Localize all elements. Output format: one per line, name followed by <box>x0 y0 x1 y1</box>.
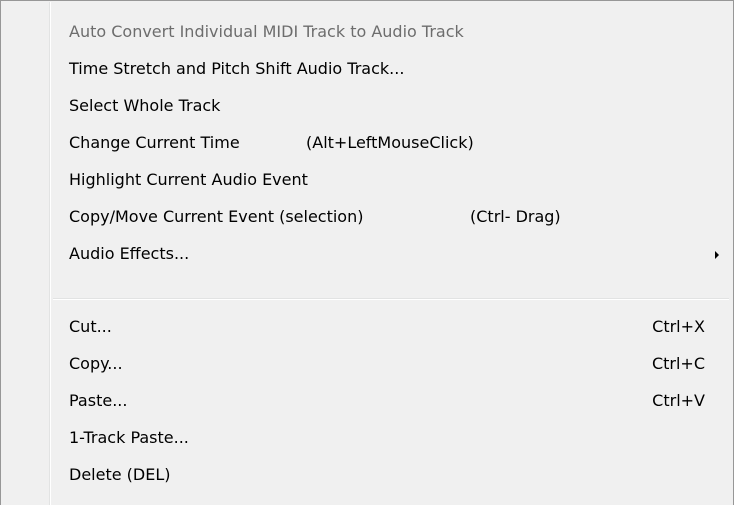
menu-item-cut[interactable]: Cut... Ctrl+X <box>53 312 727 344</box>
menu-item-hint: (Ctrl- Drag) <box>470 207 561 226</box>
menu-item-label: Highlight Current Audio Event <box>69 170 308 189</box>
menu-item-copy[interactable]: Copy... Ctrl+C <box>53 349 727 381</box>
menu-item-delete[interactable]: Delete (DEL) <box>53 460 727 492</box>
menu-item-shortcut: Ctrl+X <box>652 317 705 336</box>
menu-item-1-track-paste[interactable]: 1-Track Paste... <box>53 423 727 455</box>
menu-separator <box>53 298 729 300</box>
menu-item-paste[interactable]: Paste... Ctrl+V <box>53 386 727 418</box>
context-menu: Auto Convert Individual MIDI Track to Au… <box>0 0 734 505</box>
menu-item-time-stretch-pitch-shift[interactable]: Time Stretch and Pitch Shift Audio Track… <box>53 54 727 86</box>
menu-item-label: Change Current Time <box>69 133 240 152</box>
menu-item-audio-effects[interactable]: Audio Effects... <box>53 239 727 271</box>
menu-item-label: 1-Track Paste... <box>69 428 189 447</box>
menu-item-copy-move-current-event[interactable]: Copy/Move Current Event (selection) (Ctr… <box>53 202 727 234</box>
menu-item-label: Select Whole Track <box>69 96 221 115</box>
menu-item-select-whole-track[interactable]: Select Whole Track <box>53 91 727 123</box>
menu-item-shortcut: Ctrl+V <box>652 391 705 410</box>
menu-item-highlight-current-audio-event[interactable]: Highlight Current Audio Event <box>53 165 727 197</box>
menu-item-label: Paste... <box>69 391 128 410</box>
menu-item-label: Delete (DEL) <box>69 465 171 484</box>
menu-item-hint: (Alt+LeftMouseClick) <box>306 133 474 152</box>
menu-item-label: Copy... <box>69 354 123 373</box>
menu-item-label: Audio Effects... <box>69 244 190 263</box>
menu-item-shortcut: Ctrl+C <box>651 354 705 373</box>
menu-item-label: Auto Convert Individual MIDI Track to Au… <box>69 22 464 41</box>
menu-item-label: Cut... <box>69 317 112 336</box>
submenu-arrow-icon <box>715 251 719 259</box>
icon-gutter-divider-highlight <box>50 2 51 505</box>
menu-item-label: Copy/Move Current Event (selection) <box>69 207 364 226</box>
menu-item-label: Time Stretch and Pitch Shift Audio Track… <box>69 59 405 78</box>
menu-item-auto-convert-midi-to-audio: Auto Convert Individual MIDI Track to Au… <box>53 17 727 49</box>
menu-item-change-current-time[interactable]: Change Current Time (Alt+LeftMouseClick) <box>53 128 727 160</box>
